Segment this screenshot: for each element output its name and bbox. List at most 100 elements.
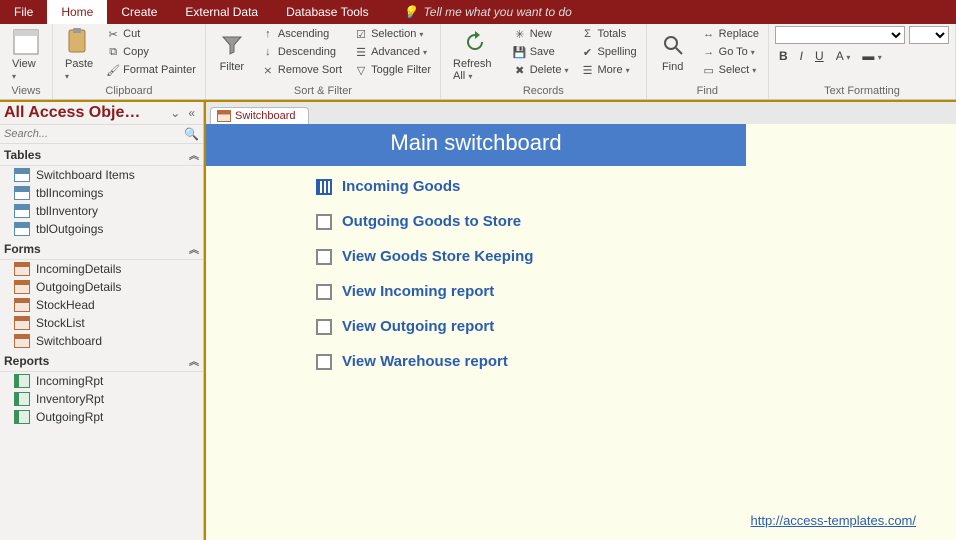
- switchboard-item[interactable]: View Incoming report: [316, 283, 956, 300]
- nav-obj-label: tblIncomings: [36, 186, 103, 200]
- switchboard-item[interactable]: Outgoing Goods to Store: [316, 213, 956, 230]
- nav-search-input[interactable]: [4, 128, 184, 140]
- toggle-filter-button[interactable]: ▽Toggle Filter: [351, 62, 434, 78]
- spelling-button[interactable]: ✔Spelling: [578, 44, 640, 60]
- goto-icon: →: [702, 45, 716, 59]
- select-icon: ▭: [702, 63, 716, 77]
- chevron-up-icon: ︽: [189, 241, 199, 256]
- nav-table-item[interactable]: tblOutgoings: [0, 220, 203, 238]
- underline-button[interactable]: U: [811, 48, 828, 64]
- nav-form-item[interactable]: OutgoingDetails: [0, 278, 203, 296]
- replace-button[interactable]: ↔Replace: [699, 26, 762, 42]
- copy-button[interactable]: ⧉Copy: [103, 44, 199, 60]
- bold-button[interactable]: B: [775, 48, 792, 64]
- nav-table-item[interactable]: Switchboard Items: [0, 166, 203, 184]
- document-tab-label: Switchboard: [235, 110, 296, 122]
- brush-icon: 🖌: [106, 63, 120, 77]
- view-button[interactable]: View ▾: [6, 26, 46, 84]
- font-family-select[interactable]: [775, 26, 905, 44]
- ribbon-group-sort-filter: Filter ↑Ascending ↓Descending ⨯Remove So…: [206, 24, 441, 99]
- italic-button[interactable]: I: [796, 48, 807, 64]
- view-icon: [12, 28, 40, 56]
- nav-table-item[interactable]: tblInventory: [0, 202, 203, 220]
- nav-obj-label: Switchboard: [36, 334, 102, 348]
- remove-sort-button[interactable]: ⨯Remove Sort: [258, 62, 345, 78]
- nav-report-item[interactable]: InventoryRpt: [0, 390, 203, 408]
- menu-home[interactable]: Home: [47, 0, 107, 24]
- switchboard-item-icon: [316, 214, 332, 230]
- selection-button[interactable]: ☑Selection ▾: [351, 26, 434, 42]
- nav-group-forms-label: Forms: [4, 242, 41, 256]
- nav-report-item[interactable]: IncomingRpt: [0, 372, 203, 390]
- group-label-sort: Sort & Filter: [212, 84, 434, 99]
- nav-report-item[interactable]: OutgoingRpt: [0, 408, 203, 426]
- nav-pane-title[interactable]: All Access Obje…: [4, 104, 166, 122]
- toggle-filter-icon: ▽: [354, 63, 368, 77]
- copy-label: Copy: [123, 46, 149, 58]
- cut-button[interactable]: ✂Cut: [103, 26, 199, 42]
- ribbon-group-records: Refresh All ▾ ✳New 💾Save ✖Delete ▾ ΣTota…: [441, 24, 647, 99]
- menu-database-tools[interactable]: Database Tools: [272, 0, 383, 24]
- nav-form-item[interactable]: Switchboard: [0, 332, 203, 350]
- switchboard-item[interactable]: View Goods Store Keeping: [316, 248, 956, 265]
- totals-label: Totals: [598, 28, 627, 40]
- find-label: Find: [662, 61, 683, 73]
- new-record-button[interactable]: ✳New: [510, 26, 572, 42]
- font-color-button[interactable]: A ▾: [832, 48, 855, 64]
- more-icon: ☰: [581, 63, 595, 77]
- ascending-button[interactable]: ↑Ascending: [258, 26, 345, 42]
- nav-obj-label: IncomingRpt: [36, 374, 103, 388]
- nav-obj-label: StockList: [36, 316, 85, 330]
- ribbon: View ▾ Views Paste ▾ ✂Cut ⧉Copy 🖌Format …: [0, 24, 956, 100]
- nav-group-tables[interactable]: Tables︽: [0, 144, 203, 166]
- advanced-button[interactable]: ☰Advanced ▾: [351, 44, 434, 60]
- goto-button[interactable]: →Go To ▾: [699, 44, 762, 60]
- format-painter-button[interactable]: 🖌Format Painter: [103, 62, 199, 78]
- nav-form-item[interactable]: IncomingDetails: [0, 260, 203, 278]
- sort-desc-icon: ↓: [261, 45, 275, 59]
- selection-icon: ☑: [354, 27, 368, 41]
- save-label: Save: [530, 46, 555, 58]
- menu-create[interactable]: Create: [107, 0, 171, 24]
- font-size-select[interactable]: [909, 26, 949, 44]
- switchboard-item[interactable]: Incoming Goods: [316, 178, 956, 195]
- paste-button[interactable]: Paste ▾: [59, 26, 99, 84]
- select-button[interactable]: ▭Select ▾: [699, 62, 762, 78]
- search-icon[interactable]: 🔍: [184, 127, 199, 141]
- switchboard-item-label: View Goods Store Keeping: [342, 248, 533, 265]
- nav-form-item[interactable]: StockList: [0, 314, 203, 332]
- form-icon: [217, 110, 231, 122]
- menu-file[interactable]: File: [0, 0, 47, 24]
- report-icon: [14, 410, 30, 424]
- nav-collapse-button[interactable]: «: [184, 106, 199, 120]
- paste-icon: [65, 28, 93, 56]
- switchboard-item[interactable]: View Warehouse report: [316, 353, 956, 370]
- ribbon-group-clipboard: Paste ▾ ✂Cut ⧉Copy 🖌Format Painter Clipb…: [53, 24, 206, 99]
- document-tab-strip: Switchboard: [206, 102, 956, 124]
- more-label: More: [598, 64, 623, 76]
- refresh-all-button[interactable]: Refresh All ▾: [447, 26, 504, 84]
- menu-external-data[interactable]: External Data: [171, 0, 272, 24]
- more-button[interactable]: ☰More ▾: [578, 62, 640, 78]
- switchboard-item[interactable]: View Outgoing report: [316, 318, 956, 335]
- nav-dropdown-icon[interactable]: ⌄: [166, 106, 184, 120]
- nav-obj-label: OutgoingRpt: [36, 410, 103, 424]
- save-record-button[interactable]: 💾Save: [510, 44, 572, 60]
- find-button[interactable]: Find: [653, 26, 693, 78]
- footer-link[interactable]: http://access-templates.com/: [751, 513, 916, 528]
- totals-button[interactable]: ΣTotals: [578, 26, 640, 42]
- tell-me-search[interactable]: 💡 Tell me what you want to do: [383, 0, 572, 24]
- descending-button[interactable]: ↓Descending: [258, 44, 345, 60]
- filter-button[interactable]: Filter: [212, 26, 252, 78]
- nav-table-item[interactable]: tblIncomings: [0, 184, 203, 202]
- nav-group-reports[interactable]: Reports︽: [0, 350, 203, 372]
- switchboard-item-icon: [316, 284, 332, 300]
- form-icon: [14, 280, 30, 294]
- nav-form-item[interactable]: StockHead: [0, 296, 203, 314]
- fill-color-button[interactable]: ▬ ▾: [858, 48, 885, 64]
- totals-icon: Σ: [581, 27, 595, 41]
- document-tab-switchboard[interactable]: Switchboard: [210, 107, 309, 124]
- nav-obj-label: StockHead: [36, 298, 95, 312]
- delete-record-button[interactable]: ✖Delete ▾: [510, 62, 572, 78]
- nav-group-forms[interactable]: Forms ︽: [0, 238, 203, 260]
